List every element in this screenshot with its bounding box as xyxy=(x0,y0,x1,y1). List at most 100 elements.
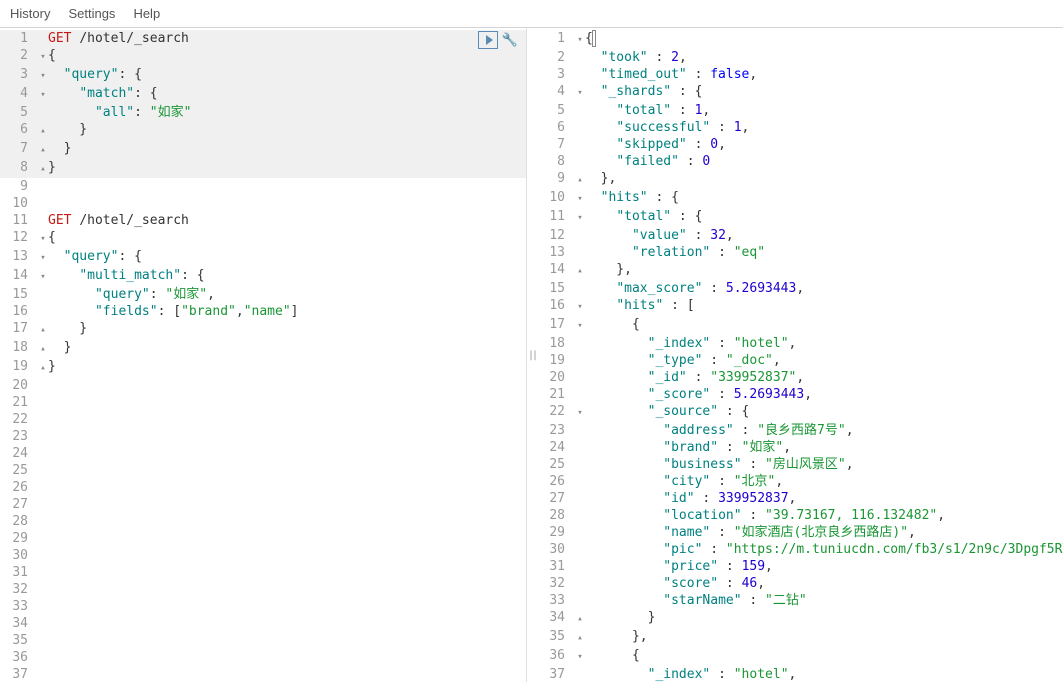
response-line[interactable]: 21 "_score" : 5.2693443, xyxy=(537,386,1063,403)
response-line[interactable]: 19 "_type" : "_doc", xyxy=(537,352,1063,369)
fold-marker[interactable]: ▴ xyxy=(575,628,585,647)
response-line[interactable]: 4▾ "_shards" : { xyxy=(537,83,1063,102)
response-line[interactable]: 5 "total" : 1, xyxy=(537,102,1063,119)
response-line[interactable]: 13 "relation" : "eq" xyxy=(537,244,1063,261)
menu-history[interactable]: History xyxy=(10,6,50,21)
request-line[interactable]: 32 xyxy=(0,581,526,598)
fold-marker[interactable]: ▾ xyxy=(38,47,48,66)
request-line[interactable]: 27 xyxy=(0,496,526,513)
request-line[interactable]: 28 xyxy=(0,513,526,530)
request-line[interactable]: 33 xyxy=(0,598,526,615)
fold-marker[interactable]: ▴ xyxy=(38,339,48,358)
response-line[interactable]: 20 "_id" : "339952837", xyxy=(537,369,1063,386)
response-line[interactable]: 8 "failed" : 0 xyxy=(537,153,1063,170)
fold-marker[interactable]: ▾ xyxy=(38,267,48,286)
request-line[interactable]: 1GET /hotel/_search xyxy=(0,30,526,47)
request-line[interactable]: 21 xyxy=(0,394,526,411)
response-line[interactable]: 6 "successful" : 1, xyxy=(537,119,1063,136)
response-line[interactable]: 33 "starName" : "二钻" xyxy=(537,592,1063,609)
response-line[interactable]: 31 "price" : 159, xyxy=(537,558,1063,575)
request-line[interactable]: 35 xyxy=(0,632,526,649)
request-line[interactable]: 6▴ } xyxy=(0,121,526,140)
response-line[interactable]: 32 "score" : 46, xyxy=(537,575,1063,592)
request-line[interactable]: 12▾{ xyxy=(0,229,526,248)
request-line[interactable]: 25 xyxy=(0,462,526,479)
response-line[interactable]: 28 "location" : "39.73167, 116.132482", xyxy=(537,507,1063,524)
wrench-button[interactable]: 🔧 xyxy=(500,31,520,49)
run-button[interactable] xyxy=(478,31,498,49)
response-line[interactable]: 25 "business" : "房山风景区", xyxy=(537,456,1063,473)
response-line[interactable]: 16▾ "hits" : [ xyxy=(537,297,1063,316)
request-editor[interactable]: 🔧 1GET /hotel/_search2▾{3▾ "query": {4▾ … xyxy=(0,28,527,682)
request-line[interactable]: 22 xyxy=(0,411,526,428)
request-line[interactable]: 30 xyxy=(0,547,526,564)
menu-help[interactable]: Help xyxy=(133,6,160,21)
request-line[interactable]: 24 xyxy=(0,445,526,462)
response-line[interactable]: 9▴ }, xyxy=(537,170,1063,189)
response-line[interactable]: 7 "skipped" : 0, xyxy=(537,136,1063,153)
fold-marker[interactable]: ▴ xyxy=(38,320,48,339)
request-line[interactable]: 11GET /hotel/_search xyxy=(0,212,526,229)
fold-marker[interactable]: ▾ xyxy=(575,208,585,227)
menu-settings[interactable]: Settings xyxy=(68,6,115,21)
request-line[interactable]: 10 xyxy=(0,195,526,212)
fold-marker[interactable]: ▾ xyxy=(575,316,585,335)
request-line[interactable]: 36 xyxy=(0,649,526,666)
request-line[interactable]: 37 xyxy=(0,666,526,682)
request-line[interactable]: 8▴} xyxy=(0,159,526,178)
response-line[interactable]: 37 "_index" : "hotel", xyxy=(537,666,1063,682)
request-line[interactable]: 19▴} xyxy=(0,358,526,377)
request-line[interactable]: 20 xyxy=(0,377,526,394)
fold-marker[interactable]: ▴ xyxy=(575,261,585,280)
response-line[interactable]: 35▴ }, xyxy=(537,628,1063,647)
fold-marker[interactable]: ▾ xyxy=(575,297,585,316)
request-line[interactable]: 13▾ "query": { xyxy=(0,248,526,267)
response-line[interactable]: 17▾ { xyxy=(537,316,1063,335)
fold-marker[interactable]: ▴ xyxy=(38,140,48,159)
response-line[interactable]: 18 "_index" : "hotel", xyxy=(537,335,1063,352)
response-line[interactable]: 29 "name" : "如家酒店(北京良乡西路店)", xyxy=(537,524,1063,541)
fold-marker[interactable]: ▾ xyxy=(38,66,48,85)
fold-marker[interactable]: ▴ xyxy=(38,358,48,377)
response-viewer[interactable]: 1▾{2 "took" : 2,3 "timed_out" : false,4▾… xyxy=(537,28,1063,682)
fold-marker[interactable]: ▴ xyxy=(38,159,48,178)
response-line[interactable]: 34▴ } xyxy=(537,609,1063,628)
request-line[interactable]: 2▾{ xyxy=(0,47,526,66)
response-line[interactable]: 2 "took" : 2, xyxy=(537,49,1063,66)
response-line[interactable]: 24 "brand" : "如家", xyxy=(537,439,1063,456)
fold-marker[interactable]: ▾ xyxy=(575,647,585,666)
response-line[interactable]: 27 "id" : 339952837, xyxy=(537,490,1063,507)
response-line[interactable]: 10▾ "hits" : { xyxy=(537,189,1063,208)
response-line[interactable]: 26 "city" : "北京", xyxy=(537,473,1063,490)
fold-marker[interactable]: ▾ xyxy=(38,248,48,267)
fold-marker[interactable]: ▾ xyxy=(38,85,48,104)
fold-marker[interactable]: ▾ xyxy=(575,403,585,422)
response-line[interactable]: 12 "value" : 32, xyxy=(537,227,1063,244)
fold-marker[interactable]: ▴ xyxy=(38,121,48,140)
response-line[interactable]: 11▾ "total" : { xyxy=(537,208,1063,227)
response-line[interactable]: 22▾ "_source" : { xyxy=(537,403,1063,422)
request-line[interactable]: 15 "query": "如家", xyxy=(0,286,526,303)
request-line[interactable]: 26 xyxy=(0,479,526,496)
request-line[interactable]: 34 xyxy=(0,615,526,632)
request-line[interactable]: 31 xyxy=(0,564,526,581)
response-line[interactable]: 15 "max_score" : 5.2693443, xyxy=(537,280,1063,297)
fold-marker[interactable]: ▴ xyxy=(575,170,585,189)
request-line[interactable]: 3▾ "query": { xyxy=(0,66,526,85)
request-line[interactable]: 16 "fields": ["brand","name"] xyxy=(0,303,526,320)
response-line[interactable]: 3 "timed_out" : false, xyxy=(537,66,1063,83)
response-line[interactable]: 23 "address" : "良乡西路7号", xyxy=(537,422,1063,439)
request-line[interactable]: 14▾ "multi_match": { xyxy=(0,267,526,286)
request-line[interactable]: 17▴ } xyxy=(0,320,526,339)
request-line[interactable]: 7▴ } xyxy=(0,140,526,159)
response-line[interactable]: 1▾{ xyxy=(537,30,1063,49)
pane-divider[interactable] xyxy=(527,28,537,682)
request-line[interactable]: 9 xyxy=(0,178,526,195)
fold-marker[interactable]: ▴ xyxy=(575,609,585,628)
request-line[interactable]: 29 xyxy=(0,530,526,547)
request-line[interactable]: 23 xyxy=(0,428,526,445)
fold-marker[interactable]: ▾ xyxy=(575,189,585,208)
response-line[interactable]: 36▾ { xyxy=(537,647,1063,666)
response-line[interactable]: 14▴ }, xyxy=(537,261,1063,280)
response-line[interactable]: 30 "pic" : "https://m.tuniucdn.com/fb3/s… xyxy=(537,541,1063,558)
